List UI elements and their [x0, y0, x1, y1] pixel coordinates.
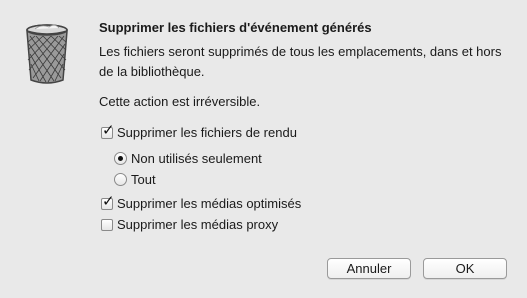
optimized-media-checkbox[interactable]: ✓ Supprimer les médias optimisés	[101, 193, 302, 211]
render-files-label: Supprimer les fichiers de rendu	[117, 125, 297, 140]
proxy-media-checkbox[interactable]: Supprimer les médias proxy	[101, 217, 278, 232]
dialog-title: Supprimer les fichiers d'événement génér…	[99, 20, 372, 35]
proxy-media-label: Supprimer les médias proxy	[117, 217, 279, 232]
cancel-button[interactable]: Annuler	[327, 258, 411, 279]
radio-button[interactable]	[114, 173, 127, 186]
checkmark-icon: ✓	[102, 191, 115, 210]
all-radio[interactable]: Tout	[114, 172, 156, 187]
checkmark-icon: ✓	[102, 120, 115, 139]
unused-only-radio[interactable]: Non utilisés seulement	[114, 151, 262, 166]
delete-generated-files-dialog: Supprimer les fichiers d'événement génér…	[0, 0, 527, 298]
checkbox-box[interactable]	[101, 218, 113, 231]
all-label: Tout	[131, 172, 156, 187]
dialog-message: Les fichiers seront supprimés de tous le…	[99, 44, 502, 79]
checkbox-box[interactable]: ✓	[101, 122, 115, 139]
checkbox-box[interactable]: ✓	[101, 193, 115, 210]
render-files-checkbox[interactable]: ✓ Supprimer les fichiers de rendu	[101, 122, 297, 140]
ok-button[interactable]: OK	[423, 258, 507, 279]
irreversible-warning: Cette action est irréversible.	[99, 94, 261, 109]
radio-button[interactable]	[114, 152, 127, 165]
optimized-media-label: Supprimer les médias optimisés	[117, 196, 302, 211]
radio-dot-icon	[118, 156, 123, 161]
unused-only-label: Non utilisés seulement	[131, 151, 262, 166]
trash-icon	[26, 24, 68, 84]
